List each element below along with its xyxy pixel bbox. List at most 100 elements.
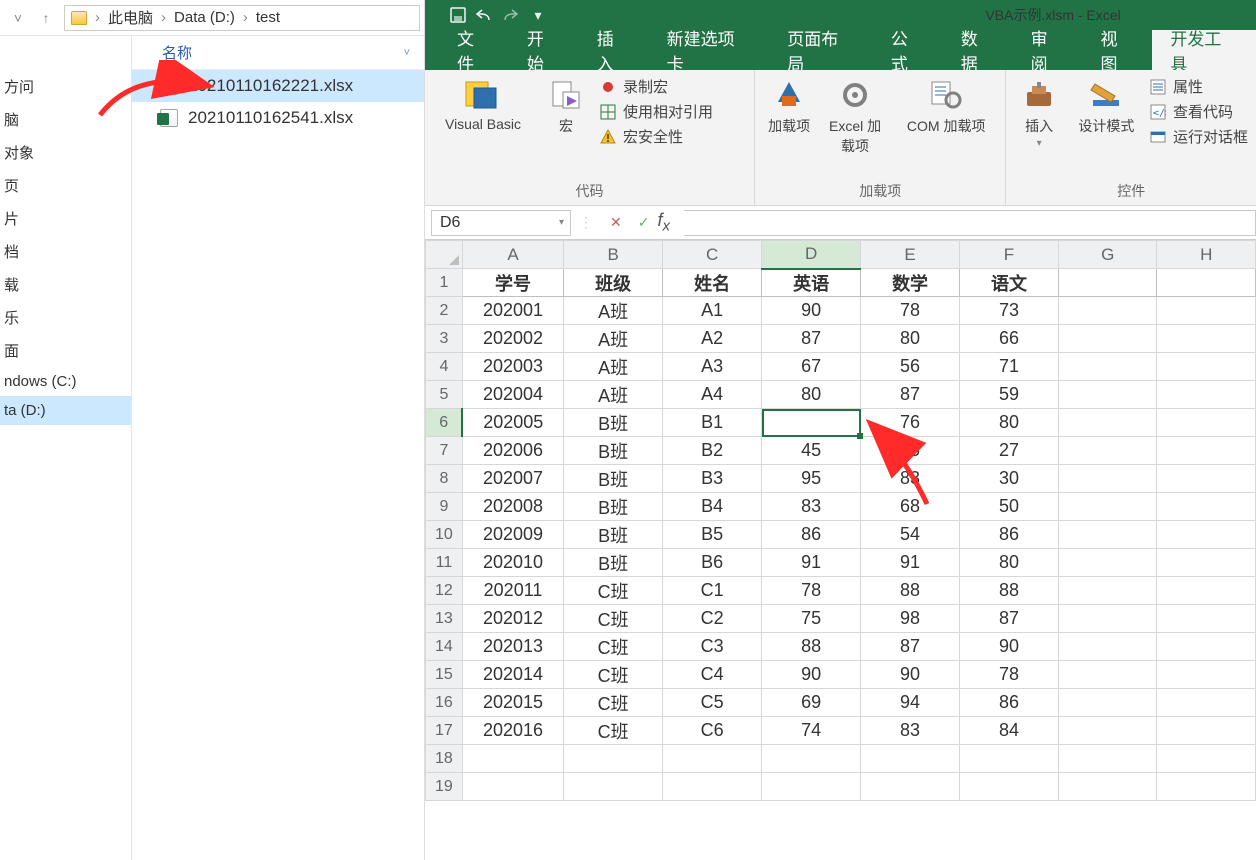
cell[interactable]: B5 — [663, 521, 762, 549]
cell[interactable]: B班 — [564, 549, 663, 577]
properties-button[interactable]: 属性 — [1149, 76, 1248, 97]
cell[interactable]: 87 — [861, 381, 960, 409]
nav-item[interactable]: 片 — [0, 202, 131, 235]
formula-input[interactable] — [684, 210, 1256, 236]
cell[interactable]: 85 — [861, 437, 960, 465]
cell[interactable] — [564, 745, 663, 773]
ribbon-tab[interactable]: 视图 — [1082, 30, 1152, 70]
nav-item-selected[interactable]: ta (D:) — [0, 396, 131, 425]
column-header[interactable]: E — [861, 241, 960, 269]
cell[interactable]: 90 — [762, 297, 861, 325]
column-header[interactable]: C — [663, 241, 762, 269]
nav-item[interactable]: 乐 — [0, 301, 131, 334]
cell[interactable]: A3 — [663, 353, 762, 381]
cell[interactable] — [1058, 409, 1157, 437]
save-icon[interactable] — [445, 2, 471, 28]
cell[interactable] — [861, 745, 960, 773]
design-mode-button[interactable]: 设计模式 — [1074, 76, 1139, 136]
cell[interactable]: C班 — [564, 717, 663, 745]
breadcrumb-item[interactable]: 此电脑 — [108, 7, 153, 28]
ribbon-tab[interactable]: 数据 — [943, 30, 1013, 70]
cell[interactable] — [1157, 745, 1256, 773]
cell[interactable]: 202014 — [462, 661, 563, 689]
ribbon-tab[interactable]: 开发工具 — [1152, 30, 1256, 70]
cell[interactable]: 202012 — [462, 605, 563, 633]
cell[interactable]: B3 — [663, 465, 762, 493]
cell[interactable]: 50 — [960, 493, 1059, 521]
cancel-icon[interactable]: ✕ — [610, 214, 622, 231]
nav-item[interactable]: 档 — [0, 235, 131, 268]
address-bar[interactable]: › 此电脑 › Data (D:) › test — [64, 5, 420, 31]
cell[interactable]: A1 — [663, 297, 762, 325]
ribbon-tab[interactable]: 开始 — [509, 30, 579, 70]
column-header[interactable]: F — [960, 241, 1059, 269]
cell[interactable] — [762, 745, 861, 773]
cell[interactable] — [960, 745, 1059, 773]
cell[interactable] — [1157, 353, 1256, 381]
cell[interactable]: 91 — [762, 549, 861, 577]
cell[interactable] — [1058, 549, 1157, 577]
nav-item[interactable]: 方问 — [0, 70, 131, 103]
cell[interactable]: 94 — [861, 689, 960, 717]
cell[interactable] — [663, 773, 762, 801]
cell[interactable]: C班 — [564, 661, 663, 689]
cell[interactable] — [1058, 689, 1157, 717]
cell[interactable] — [1058, 381, 1157, 409]
cell[interactable]: 69 — [762, 689, 861, 717]
qat-customize-dropdown[interactable]: ▾ — [525, 2, 551, 28]
cell[interactable] — [564, 773, 663, 801]
cell[interactable]: 86 — [960, 689, 1059, 717]
row-header[interactable]: 1 — [426, 269, 463, 297]
cell[interactable] — [1157, 717, 1256, 745]
cell[interactable] — [1058, 745, 1157, 773]
cell[interactable]: C1 — [663, 577, 762, 605]
cell[interactable] — [462, 745, 563, 773]
row-header[interactable]: 6 — [426, 409, 463, 437]
ribbon-tab[interactable]: 文件 — [439, 30, 509, 70]
header-cell[interactable]: 英语 — [762, 269, 861, 297]
cell[interactable]: C6 — [663, 717, 762, 745]
file-column-header[interactable]: 名称 ˅ — [132, 36, 424, 70]
cell[interactable]: 74 — [762, 717, 861, 745]
column-header[interactable]: H — [1157, 241, 1256, 269]
cell[interactable]: A4 — [663, 381, 762, 409]
breadcrumb-item[interactable]: Data (D:) — [174, 9, 235, 26]
cell[interactable]: 27 — [960, 437, 1059, 465]
spreadsheet-grid[interactable]: ABCDEFGH1学号班级姓名英语数学语文2202001A班A190787332… — [425, 240, 1256, 860]
row-header[interactable]: 19 — [426, 773, 463, 801]
name-box[interactable]: D6 ▾ — [431, 210, 571, 236]
macro-security-button[interactable]: 宏安全性 — [599, 126, 713, 147]
cell[interactable]: C4 — [663, 661, 762, 689]
cell[interactable] — [1157, 689, 1256, 717]
relative-ref-button[interactable]: 使用相对引用 — [599, 101, 713, 122]
nav-item[interactable]: 脑 — [0, 103, 131, 136]
cell[interactable]: 76 — [861, 409, 960, 437]
breadcrumb-item[interactable]: test — [256, 9, 280, 26]
header-cell[interactable]: 学号 — [462, 269, 563, 297]
cell[interactable]: B班 — [564, 437, 663, 465]
cell[interactable]: 202016 — [462, 717, 563, 745]
row-header[interactable]: 2 — [426, 297, 463, 325]
cell[interactable]: 88 — [861, 577, 960, 605]
cell[interactable]: A班 — [564, 297, 663, 325]
cell[interactable]: 86 — [762, 521, 861, 549]
cell[interactable]: C5 — [663, 689, 762, 717]
cell[interactable] — [762, 409, 861, 437]
cell[interactable]: C班 — [564, 577, 663, 605]
cell[interactable] — [1157, 521, 1256, 549]
cell[interactable]: 87 — [861, 633, 960, 661]
cell[interactable]: 83 — [861, 717, 960, 745]
cell[interactable]: 30 — [960, 465, 1059, 493]
macros-button[interactable]: 宏 — [543, 76, 589, 136]
row-header[interactable]: 15 — [426, 661, 463, 689]
undo-icon[interactable] — [471, 2, 497, 28]
row-header[interactable]: 8 — [426, 465, 463, 493]
cell[interactable] — [1157, 493, 1256, 521]
cell[interactable] — [1058, 633, 1157, 661]
cell[interactable]: 83 — [861, 465, 960, 493]
column-header[interactable]: B — [564, 241, 663, 269]
cell[interactable]: 202008 — [462, 493, 563, 521]
cell[interactable] — [1058, 269, 1157, 297]
cell[interactable] — [1157, 773, 1256, 801]
cell[interactable] — [1058, 437, 1157, 465]
